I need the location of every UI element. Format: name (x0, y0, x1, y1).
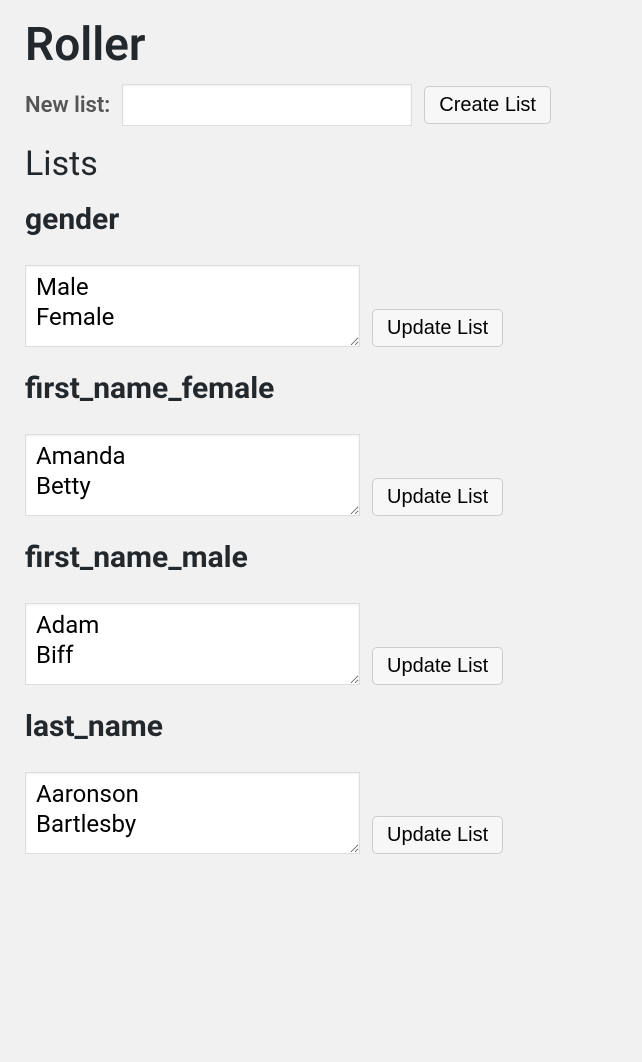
update-list-button[interactable]: Update List (372, 478, 503, 516)
list-title: first_name_male (25, 540, 617, 575)
list-block-first_name_female: first_name_female Update List (25, 371, 617, 516)
list-title: last_name (25, 709, 617, 744)
page-title: Roller (25, 18, 617, 72)
list-row: Update List (25, 772, 617, 854)
update-list-button[interactable]: Update List (372, 647, 503, 685)
new-list-input[interactable] (122, 84, 412, 126)
list-block-first_name_male: first_name_male Update List (25, 540, 617, 685)
list-title: gender (25, 202, 617, 237)
list-textarea-last_name[interactable] (25, 772, 360, 854)
create-list-button[interactable]: Create List (424, 86, 551, 124)
list-block-last_name: last_name Update List (25, 709, 617, 854)
lists-heading: Lists (25, 144, 617, 184)
list-block-gender: gender Update List (25, 202, 617, 347)
list-textarea-first_name_male[interactable] (25, 603, 360, 685)
list-row: Update List (25, 434, 617, 516)
list-row: Update List (25, 603, 617, 685)
list-title: first_name_female (25, 371, 617, 406)
list-textarea-first_name_female[interactable] (25, 434, 360, 516)
new-list-row: New list: Create List (25, 84, 617, 126)
list-textarea-gender[interactable] (25, 265, 360, 347)
list-row: Update List (25, 265, 617, 347)
update-list-button[interactable]: Update List (372, 816, 503, 854)
new-list-label: New list: (25, 93, 110, 118)
update-list-button[interactable]: Update List (372, 309, 503, 347)
